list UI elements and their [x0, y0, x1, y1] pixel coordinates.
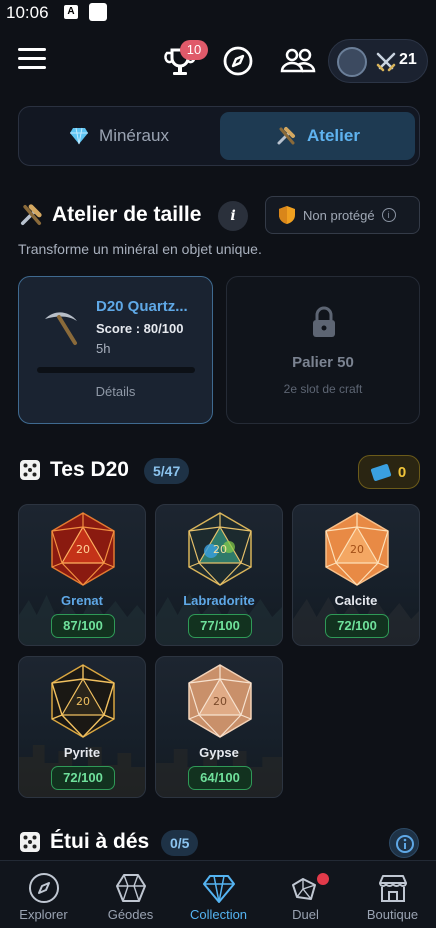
garnet-d20-icon: 20: [51, 512, 115, 586]
stone-avatar-icon: [337, 47, 367, 77]
d20-title: Tes D20: [50, 458, 129, 481]
die-card-calcite[interactable]: 20 Calcite 72/100: [292, 504, 420, 646]
ticket-icon: [370, 463, 392, 481]
nav-geodes[interactable]: Géodes: [87, 861, 174, 928]
tab-atelier[interactable]: Atelier: [220, 112, 415, 160]
gem-icon: [203, 875, 235, 903]
etui-title: Étui à dés: [50, 830, 150, 853]
nav-explorer[interactable]: Explorer: [0, 861, 87, 928]
protection-status-button[interactable]: Non protégé i: [265, 196, 420, 234]
shield-icon: [279, 206, 295, 224]
die-card-gypse[interactable]: 20 Gypse 64/100: [155, 656, 283, 798]
craft-slot-card[interactable]: D20 Quartz... Score : 80/100 5h Détails: [18, 276, 213, 424]
dice-icon: [20, 832, 40, 852]
nav-duel[interactable]: Duel: [262, 861, 349, 928]
etui-info-button[interactable]: [389, 828, 419, 858]
wallet-chip[interactable]: 21: [328, 39, 428, 83]
compass-icon[interactable]: [222, 45, 254, 77]
dice-icon: [20, 460, 40, 480]
notification-square-icon: [89, 3, 107, 21]
locked-slot-subtitle: 2e slot de craft: [283, 382, 363, 396]
nav-geodes-label: Géodes: [107, 907, 154, 922]
tickets-count: 0: [397, 463, 407, 481]
compass-icon: [29, 873, 59, 903]
d20-count-badge: 5/47: [144, 458, 190, 484]
die-name: Pyrite: [63, 745, 101, 760]
wallet-count: 21: [399, 51, 417, 68]
tab-mineraux-label: Minéraux: [99, 126, 169, 145]
locked-slot-card: Palier 50 2e slot de craft: [226, 276, 420, 424]
die-name: Gypse: [199, 745, 239, 760]
atelier-info-button[interactable]: i: [218, 201, 248, 231]
craft-item-score: Score : 80/100: [96, 321, 184, 336]
die-name: Grenat: [61, 593, 103, 608]
d20-heading: Tes D20: [18, 458, 129, 482]
svg-text:20: 20: [76, 695, 90, 708]
svg-text:20: 20: [213, 695, 227, 708]
nav-duel-label: Duel: [292, 907, 319, 922]
etui-count-badge: 0/5: [161, 830, 199, 856]
tab-bar: Minéraux Atelier: [18, 106, 420, 166]
die-score-badge: 77/100: [188, 614, 252, 638]
die-score-badge: 64/100: [188, 766, 252, 790]
status-time: 10:06: [6, 3, 49, 22]
die-score-badge: 87/100: [51, 614, 115, 638]
die-name: Calcite: [334, 593, 378, 608]
die-score-badge: 72/100: [325, 614, 389, 638]
info-small-icon: i: [381, 208, 396, 222]
nav-collection[interactable]: Collection: [175, 861, 262, 928]
die-card-pyrite[interactable]: 20 Pyrite 72/100: [18, 656, 146, 798]
lock-icon: [313, 306, 335, 337]
notification-a-icon: A: [64, 5, 78, 19]
nav-explorer-label: Explorer: [19, 907, 68, 922]
nav-collection-label: Collection: [189, 907, 248, 922]
craft-details-link[interactable]: Détails: [19, 384, 212, 399]
nav-boutique-label: Boutique: [366, 907, 419, 922]
pyrite-d20-icon: 20: [51, 664, 115, 738]
die-card-labradorite[interactable]: 20 Labradorite 77/100: [155, 504, 283, 646]
etui-heading: Étui à dés: [18, 830, 149, 854]
die-score-badge: 72/100: [51, 766, 115, 790]
status-bar: 10:06 A: [0, 0, 436, 26]
hamburger-icon[interactable]: [18, 48, 46, 72]
gypsum-d20-icon: 20: [188, 664, 252, 738]
tab-mineraux[interactable]: Minéraux: [24, 112, 214, 160]
svg-text:20: 20: [76, 543, 90, 556]
duel-notification-dot: [317, 873, 329, 885]
nav-boutique[interactable]: Boutique: [349, 861, 436, 928]
svg-text:20: 20: [213, 543, 227, 556]
tools-icon: [277, 127, 296, 145]
craft-item-name: D20 Quartz...: [96, 298, 188, 315]
craft-progress-bar: [37, 367, 195, 373]
tab-atelier-label: Atelier: [307, 126, 360, 145]
info-icon: [396, 835, 414, 853]
atelier-title: Atelier de taille: [52, 203, 202, 226]
die-card-grenat[interactable]: 20 Grenat 87/100: [18, 504, 146, 646]
svg-text:20: 20: [350, 543, 364, 556]
locked-slot-title: Palier 50: [292, 354, 354, 371]
bottom-navigation: Explorer Géodes Collection Duel Boutique: [0, 860, 436, 928]
pickaxe-icon: [45, 312, 77, 345]
top-bar: 10 21: [0, 36, 436, 86]
protection-label: Non protégé: [303, 207, 375, 223]
diamond-icon: [70, 127, 89, 145]
geode-icon: [116, 874, 146, 902]
labradorite-d20-icon: 20: [188, 512, 252, 586]
calcite-d20-icon: 20: [325, 512, 389, 586]
tools-icon: [20, 204, 42, 226]
tickets-button[interactable]: 0: [358, 455, 420, 489]
shop-icon: [379, 875, 407, 902]
atelier-subtitle: Transforme un minéral en objet unique.: [18, 241, 262, 257]
atelier-heading: Atelier de taille: [18, 202, 201, 228]
trophy-badge: 10: [180, 40, 208, 60]
die-name: Labradorite: [183, 593, 255, 608]
craft-item-time: 5h: [96, 341, 111, 356]
crossed-swords-icon: [376, 52, 396, 72]
friends-icon[interactable]: [280, 46, 316, 76]
